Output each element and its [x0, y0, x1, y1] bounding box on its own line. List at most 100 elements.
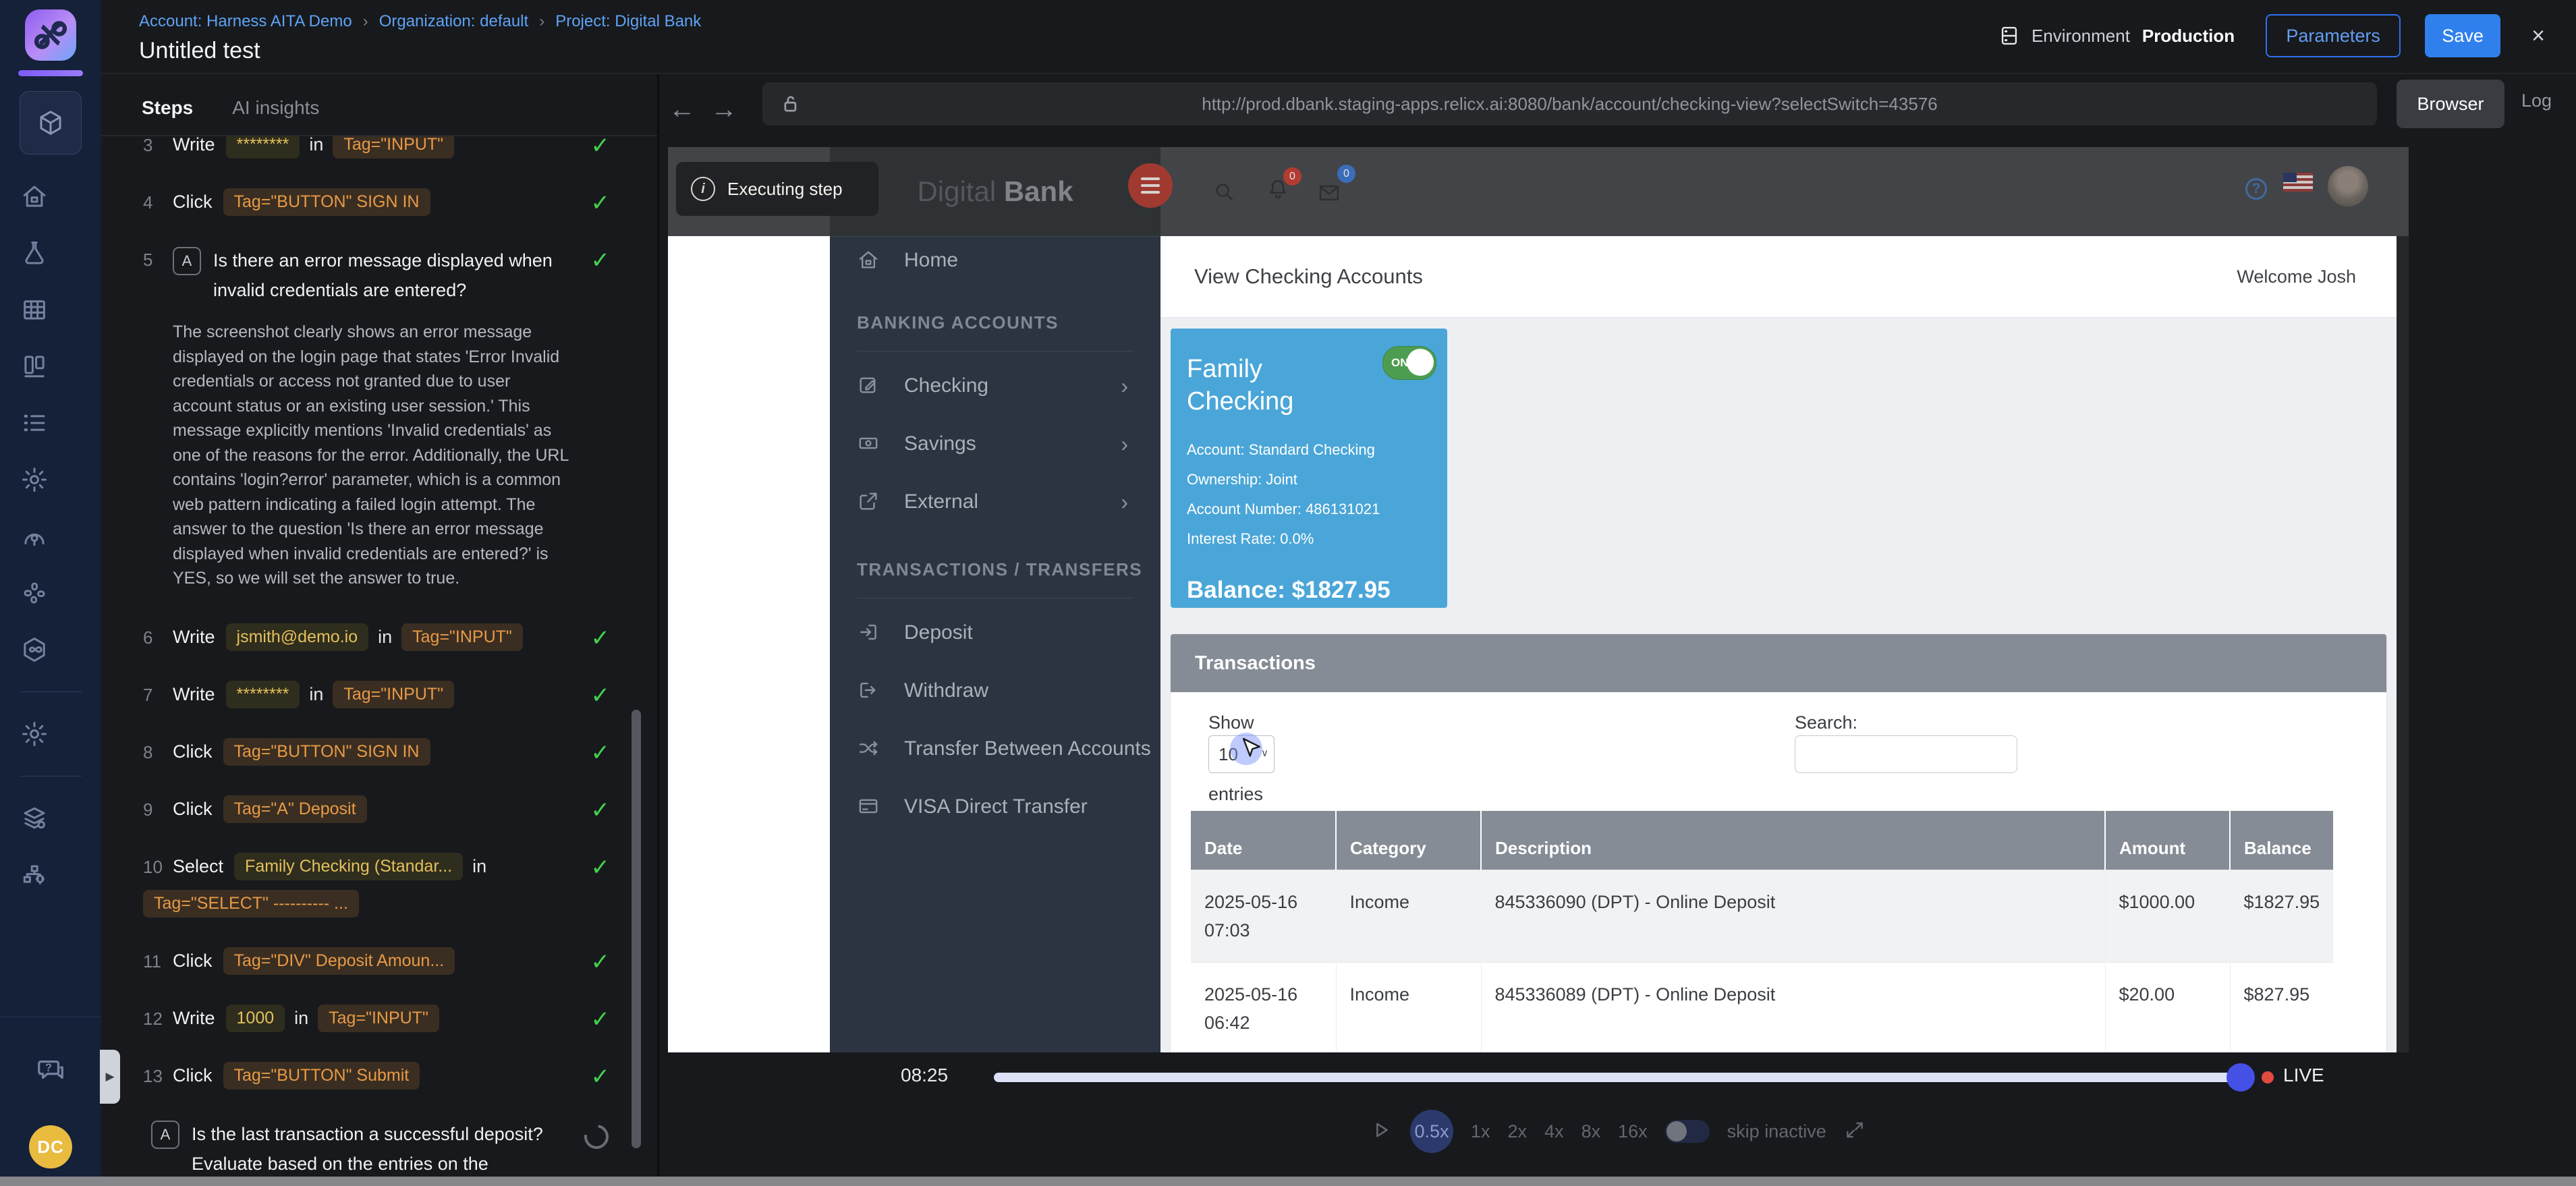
speed-8x[interactable]: 8x	[1581, 1121, 1601, 1142]
speed-0.5x[interactable]: 0.5x	[1410, 1110, 1453, 1153]
step-row[interactable]: 8ClickTag="BUTTON" SIGN IN✓	[143, 723, 610, 781]
search-input[interactable]	[1795, 735, 2017, 773]
breadcrumb-item[interactable]: Project: Digital Bank	[555, 12, 701, 31]
breadcrumb-item[interactable]: Organization: default	[379, 12, 528, 31]
gear-icon[interactable]	[20, 465, 49, 495]
tab-browser[interactable]: Browser	[2397, 80, 2504, 128]
step-value-chip: 1000	[226, 1005, 285, 1032]
puzzle-icon[interactable]	[20, 578, 49, 608]
table-header-row: DateCategoryDescriptionAmountBalance	[1191, 811, 2333, 870]
account-detail-line: Ownership: Joint	[1187, 465, 1431, 495]
hex-infinity-icon[interactable]	[20, 635, 49, 665]
step-row[interactable]: 11ClickTag="DIV" Deposit Amoun...✓	[143, 932, 610, 990]
transactions-table[interactable]: DateCategoryDescriptionAmountBalance 202…	[1191, 811, 2333, 1052]
account-toggle[interactable]: ON	[1382, 346, 1436, 380]
step-row[interactable]: 10SelectFamily Checking (Standar...inTag…	[143, 838, 610, 932]
check-icon: ✓	[591, 797, 611, 824]
account-detail-line: Account Number: 486131021	[1187, 495, 1431, 524]
grid-icon[interactable]	[20, 295, 49, 324]
check-icon: ✓	[591, 247, 611, 274]
search-icon[interactable]	[1212, 179, 1236, 207]
forward-icon[interactable]: →	[710, 94, 737, 125]
save-button[interactable]: Save	[2425, 14, 2500, 57]
speed-2x[interactable]: 2x	[1508, 1121, 1528, 1142]
step-row[interactable]: 7Write********inTag="INPUT"✓	[143, 666, 610, 723]
column-header-amount[interactable]: Amount	[2105, 811, 2230, 870]
speed-16x[interactable]: 16x	[1618, 1121, 1648, 1142]
environment-icon	[1998, 24, 2021, 47]
kanban-icon[interactable]	[20, 351, 49, 381]
tab-steps[interactable]: Steps	[142, 97, 193, 119]
home-icon[interactable]	[20, 181, 49, 211]
breadcrumb[interactable]: Account: Harness AITA Demo›Organization:…	[139, 12, 701, 31]
hamburger-menu-button[interactable]	[1128, 163, 1173, 208]
cube-icon[interactable]	[20, 91, 82, 154]
gear-icon[interactable]	[20, 719, 49, 749]
arcade-icon[interactable]	[20, 521, 49, 551]
breadcrumb-item[interactable]: Account: Harness AITA Demo	[139, 12, 352, 31]
window-scrollbar[interactable]	[0, 1177, 2576, 1186]
parameters-button[interactable]: Parameters	[2266, 14, 2401, 57]
back-icon[interactable]: ←	[669, 94, 696, 125]
step-row[interactable]: 3Write********inTag="INPUT"✓	[143, 136, 610, 173]
skip-inactive-toggle[interactable]	[1665, 1120, 1710, 1143]
help-icon[interactable]: ?	[2245, 178, 2267, 200]
url-bar[interactable]: http://prod.dbank.staging-apps.relicx.ai…	[762, 82, 2377, 125]
playback-thumb[interactable]	[2227, 1063, 2255, 1092]
page-title: Untitled test	[139, 38, 260, 64]
app-window: ? DC Account: Harness AITA Demo›Organiza…	[0, 0, 2576, 1186]
sidebar-item-transfer-between-accounts[interactable]: Transfer Between Accounts	[830, 720, 1160, 778]
column-header-description[interactable]: Description	[1481, 811, 2105, 870]
steps-panel: Steps AI insights 3Write********inTag="IN…	[101, 74, 657, 1186]
step-row[interactable]: 5AIs there an error message displayed wh…	[143, 231, 610, 609]
account-card[interactable]: ON Family Checking Account: Standard Che…	[1171, 329, 1447, 608]
column-header-date[interactable]: Date	[1191, 811, 1336, 870]
network-gear-icon[interactable]	[20, 860, 49, 890]
fullscreen-icon[interactable]	[1844, 1119, 1866, 1144]
close-icon[interactable]: ×	[2531, 23, 2545, 49]
step-row[interactable]: 6Writejsmith@demo.ioinTag="INPUT"✓	[143, 609, 610, 666]
sidebar-item-checking[interactable]: Checking›	[830, 357, 1160, 415]
toggle-knob	[1407, 349, 1434, 376]
user-avatar[interactable]: DC	[29, 1125, 72, 1168]
play-button-icon[interactable]	[1370, 1119, 1393, 1145]
bank-brand[interactable]: Digital Bank	[830, 147, 1160, 236]
column-header-category[interactable]: Category	[1336, 811, 1481, 870]
steps-list[interactable]: 3Write********inTag="INPUT"✓4ClickTag="B…	[143, 136, 610, 1175]
flask-icon[interactable]	[20, 238, 49, 268]
step-row[interactable]: 13ClickTag="BUTTON" Submit✓	[143, 1047, 610, 1104]
step-number: 4	[143, 188, 173, 213]
speed-1x[interactable]: 1x	[1471, 1121, 1490, 1142]
tab-log[interactable]: Log	[2521, 90, 2552, 111]
help-chat-icon[interactable]: ?	[35, 1055, 66, 1086]
playback-progress-bar[interactable]	[994, 1073, 2239, 1082]
column-header-balance[interactable]: Balance	[2230, 811, 2333, 870]
table-row[interactable]: 2025-05-1606:42Income845336089 (DPT) - O…	[1191, 963, 2333, 1053]
harness-logo-icon[interactable]	[25, 9, 76, 61]
step-row[interactable]: AIs the last transaction a successful de…	[143, 1104, 610, 1176]
step-row[interactable]: 4ClickTag="BUTTON" SIGN IN✓	[143, 173, 610, 231]
us-flag-icon[interactable]	[2283, 173, 2313, 192]
step-row[interactable]: 12Write1000inTag="INPUT"✓	[143, 990, 610, 1047]
sidebar-item-deposit[interactable]: Deposit	[830, 604, 1160, 662]
step-row[interactable]: 9ClickTag="A" Deposit✓	[143, 781, 610, 838]
url-text[interactable]: http://prod.dbank.staging-apps.relicx.ai…	[762, 82, 2377, 125]
sidebar-item-savings[interactable]: Savings›	[830, 415, 1160, 473]
bank-user-avatar[interactable]	[2328, 166, 2368, 206]
mail-icon[interactable]	[1317, 181, 1341, 208]
tab-ai-insights[interactable]: AI insights	[232, 97, 319, 119]
speed-4x[interactable]: 4x	[1544, 1121, 1564, 1142]
list-icon[interactable]	[20, 408, 49, 438]
sidebar-item-label: External	[904, 490, 1121, 513]
sidebar-item-label: Home	[904, 249, 1128, 272]
sidebar-item-visa-direct-transfer[interactable]: VISA Direct Transfer	[830, 778, 1160, 836]
sidebar-item-withdraw[interactable]: Withdraw	[830, 662, 1160, 720]
sidebar-item-home[interactable]: Home	[830, 237, 1160, 284]
sidebar-item-external[interactable]: External›	[830, 473, 1160, 531]
show-label: Show	[1208, 712, 1254, 733]
panel-collapse-handle[interactable]: ▶	[100, 1050, 120, 1104]
layers-gear-icon[interactable]	[20, 803, 49, 833]
bank-scrollbar[interactable]	[2397, 236, 2409, 1052]
steps-scrollbar[interactable]	[632, 710, 641, 1148]
table-row[interactable]: 2025-05-1607:03Income845336090 (DPT) - O…	[1191, 870, 2333, 963]
